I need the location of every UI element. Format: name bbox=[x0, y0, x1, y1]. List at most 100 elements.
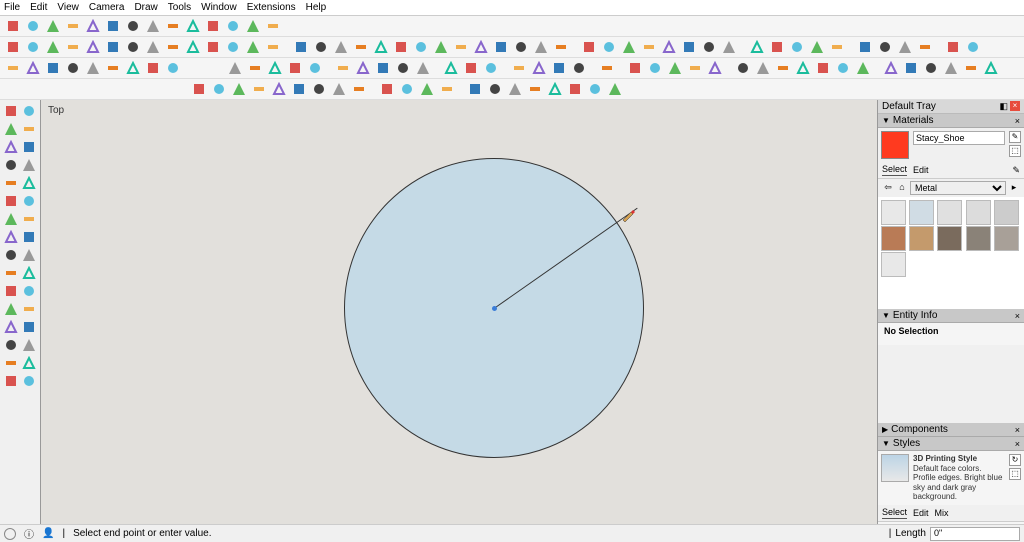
slab3-icon[interactable] bbox=[552, 38, 570, 56]
material-name-input[interactable] bbox=[913, 131, 1005, 145]
wire-icon[interactable] bbox=[124, 17, 142, 35]
text-icon[interactable] bbox=[606, 80, 624, 98]
cube-h-icon[interactable] bbox=[432, 38, 450, 56]
menu-file[interactable]: File bbox=[4, 2, 20, 13]
material-category-select[interactable]: Metal bbox=[910, 181, 1006, 195]
beam2-icon[interactable] bbox=[600, 38, 618, 56]
shoe-icon[interactable] bbox=[4, 38, 22, 56]
cube-d-icon[interactable] bbox=[352, 38, 370, 56]
eraser-tool-icon[interactable] bbox=[20, 102, 37, 119]
flame3-icon[interactable] bbox=[104, 59, 122, 77]
wall3-icon[interactable] bbox=[492, 38, 510, 56]
dash-icon[interactable] bbox=[566, 80, 584, 98]
dim2-icon[interactable] bbox=[586, 80, 604, 98]
back-icon[interactable]: ⇦ bbox=[882, 182, 894, 194]
panel-close-icon[interactable]: × bbox=[1015, 116, 1020, 126]
mail-icon[interactable] bbox=[204, 17, 222, 35]
material-swatch[interactable] bbox=[937, 200, 962, 225]
gear-icon[interactable] bbox=[264, 17, 282, 35]
lock-icon[interactable] bbox=[378, 80, 396, 98]
cube-play-icon[interactable] bbox=[570, 59, 588, 77]
prev-view-tool-icon[interactable] bbox=[2, 372, 19, 389]
viewport[interactable]: Top bbox=[40, 100, 878, 540]
menu-edit[interactable]: Edit bbox=[30, 2, 47, 13]
play-icon[interactable] bbox=[530, 59, 548, 77]
create-material-icon[interactable]: ✎ bbox=[1009, 131, 1021, 143]
chair-icon[interactable] bbox=[44, 38, 62, 56]
forbid-icon[interactable] bbox=[190, 80, 208, 98]
rect-tool-icon[interactable] bbox=[2, 156, 19, 173]
green-a-icon[interactable] bbox=[856, 38, 874, 56]
tape-tool-icon[interactable] bbox=[20, 246, 37, 263]
mono-icon[interactable] bbox=[144, 17, 162, 35]
panel-close-icon[interactable]: × bbox=[1015, 439, 1020, 449]
arc4-icon[interactable] bbox=[794, 59, 812, 77]
tray-header[interactable]: Default Tray ◧ × bbox=[878, 100, 1024, 114]
cloud-icon[interactable] bbox=[224, 17, 242, 35]
material-swatch[interactable] bbox=[881, 252, 906, 277]
door-icon[interactable] bbox=[124, 38, 142, 56]
scale-tool-icon[interactable] bbox=[2, 228, 19, 245]
sofa-icon[interactable] bbox=[64, 38, 82, 56]
brick5-icon[interactable] bbox=[306, 59, 324, 77]
red-icon[interactable] bbox=[546, 80, 564, 98]
sheet5-icon[interactable] bbox=[962, 59, 980, 77]
current-material-swatch[interactable] bbox=[881, 131, 909, 159]
sect-icon[interactable] bbox=[598, 59, 616, 77]
orbit4-tool-icon[interactable] bbox=[20, 354, 37, 371]
undo-icon[interactable] bbox=[646, 59, 664, 77]
styles-tab-edit[interactable]: Edit bbox=[913, 508, 929, 519]
cube3-icon[interactable] bbox=[144, 59, 162, 77]
home-icon[interactable]: ⌂ bbox=[896, 182, 908, 194]
dims-tool-icon[interactable] bbox=[20, 282, 37, 299]
person2-icon[interactable] bbox=[310, 80, 328, 98]
cube-c-icon[interactable] bbox=[332, 38, 350, 56]
col2-icon[interactable] bbox=[680, 38, 698, 56]
material-swatch[interactable] bbox=[994, 226, 1019, 251]
next-icon[interactable] bbox=[550, 59, 568, 77]
line2-icon[interactable] bbox=[204, 38, 222, 56]
select-tool-icon[interactable] bbox=[2, 102, 19, 119]
panel-close-icon[interactable]: × bbox=[1015, 311, 1020, 321]
flame2-icon[interactable] bbox=[84, 59, 102, 77]
material-swatch[interactable] bbox=[937, 226, 962, 251]
flame-icon[interactable] bbox=[4, 59, 22, 77]
box-icon[interactable] bbox=[334, 59, 352, 77]
materials-header[interactable]: ▼ Materials × bbox=[878, 114, 1024, 128]
new-style-icon[interactable]: ⬚ bbox=[1009, 468, 1021, 480]
rail-icon[interactable] bbox=[808, 38, 826, 56]
gold-icon[interactable] bbox=[486, 80, 504, 98]
dim-icon[interactable] bbox=[964, 38, 982, 56]
sheet3-icon[interactable] bbox=[922, 59, 940, 77]
circle-icon[interactable] bbox=[466, 80, 484, 98]
arc7-icon[interactable] bbox=[854, 59, 872, 77]
arc3-icon[interactable] bbox=[774, 59, 792, 77]
texture-icon[interactable] bbox=[164, 17, 182, 35]
material-swatch[interactable] bbox=[881, 200, 906, 225]
material-swatch[interactable] bbox=[881, 226, 906, 251]
next-view-tool-icon[interactable] bbox=[20, 372, 37, 389]
measure-icon[interactable] bbox=[706, 59, 724, 77]
col-icon[interactable] bbox=[660, 38, 678, 56]
prev-icon[interactable] bbox=[916, 38, 934, 56]
rotate-tool-icon[interactable] bbox=[20, 210, 37, 227]
panel-close-icon[interactable]: × bbox=[1015, 425, 1020, 435]
pan2-tool-icon[interactable] bbox=[2, 354, 19, 371]
tab-select[interactable]: Select bbox=[882, 164, 907, 176]
arc5-icon[interactable] bbox=[814, 59, 832, 77]
menu-tools[interactable]: Tools bbox=[168, 2, 191, 13]
cube-e-icon[interactable] bbox=[372, 38, 390, 56]
menu-draw[interactable]: Draw bbox=[134, 2, 157, 13]
material-swatch[interactable] bbox=[909, 226, 934, 251]
styles-header[interactable]: ▼ Styles × bbox=[878, 437, 1024, 451]
menu-help[interactable]: Help bbox=[306, 2, 327, 13]
col3-icon[interactable] bbox=[700, 38, 718, 56]
gear2-icon[interactable] bbox=[626, 59, 644, 77]
wall2-icon[interactable] bbox=[472, 38, 490, 56]
walk-tool-icon[interactable] bbox=[2, 318, 19, 335]
rail2-icon[interactable] bbox=[828, 38, 846, 56]
box2-icon[interactable] bbox=[354, 59, 372, 77]
freehand-tool-icon[interactable] bbox=[20, 138, 37, 155]
follow-tool-icon[interactable] bbox=[2, 246, 19, 263]
part-icon[interactable] bbox=[442, 59, 460, 77]
